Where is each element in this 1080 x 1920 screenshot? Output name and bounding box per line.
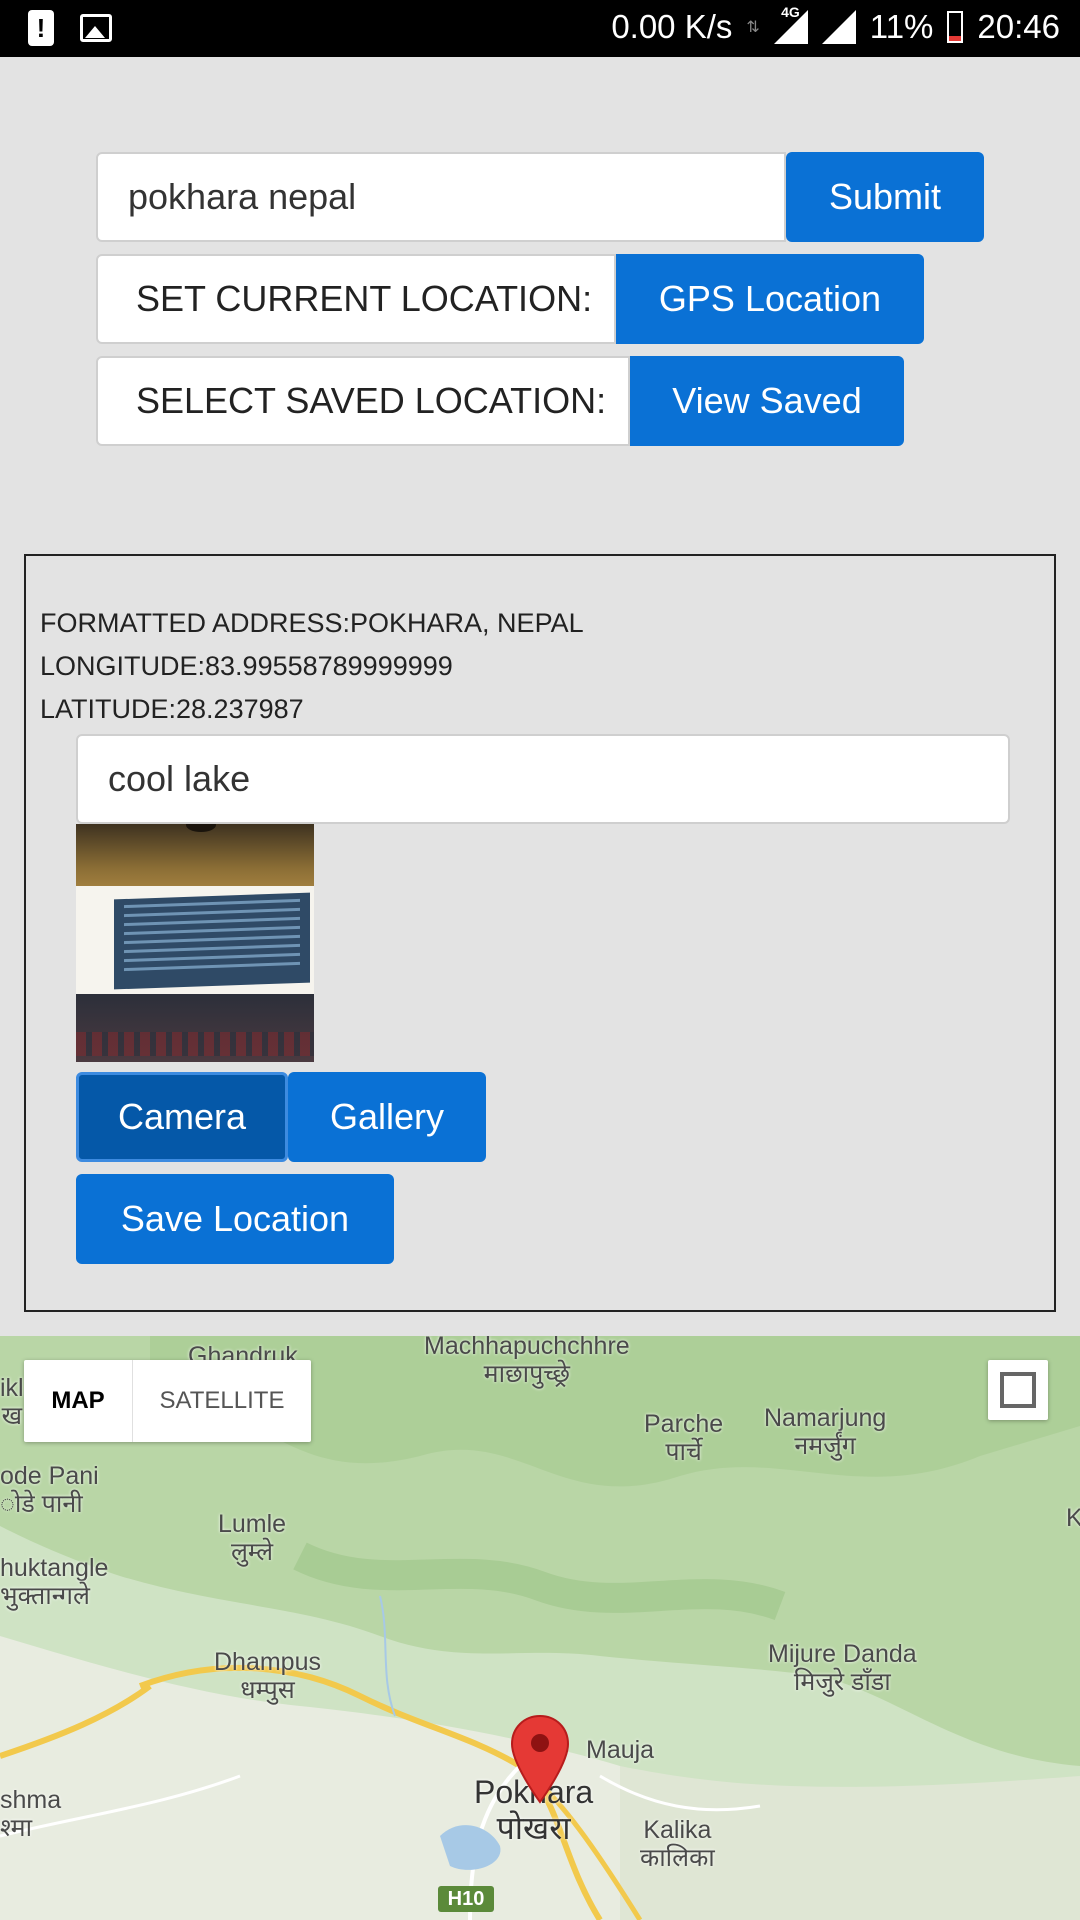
current-location-label: SET CURRENT LOCATION: bbox=[96, 254, 616, 344]
map-label-kalika: Kalika कालिका bbox=[640, 1816, 715, 1872]
submit-button[interactable]: Submit bbox=[786, 152, 984, 242]
alert-icon: ! bbox=[28, 10, 54, 46]
gps-location-button[interactable]: GPS Location bbox=[616, 254, 924, 344]
map-label-shma: shma श्मा bbox=[0, 1786, 62, 1842]
formatted-address: FORMATTED ADDRESS:POKHARA, NEPAL bbox=[40, 608, 584, 638]
battery-icon bbox=[947, 11, 964, 43]
fullscreen-icon[interactable] bbox=[988, 1360, 1048, 1420]
view-saved-button[interactable]: View Saved bbox=[630, 356, 904, 446]
battery-percent: 11% bbox=[869, 8, 934, 45]
signal-icon bbox=[821, 10, 856, 44]
map-label-dhampus: Dhampus धम्पुस bbox=[214, 1648, 321, 1704]
save-location-button[interactable]: Save Location bbox=[76, 1174, 394, 1264]
highway-shield: H10 bbox=[438, 1886, 494, 1912]
clock: 20:46 bbox=[977, 8, 1060, 45]
map-label-mijure-danda: Mijure Danda मिजुरे डाँडा bbox=[768, 1640, 917, 1696]
map-label-lumle: Lumle लुम्ले bbox=[218, 1510, 287, 1566]
map-label-huktangle: huktangle भुक्तान्गले bbox=[0, 1554, 109, 1610]
photo-thumbnail bbox=[76, 824, 314, 1062]
map-label-mauja: Mauja bbox=[586, 1736, 655, 1764]
gallery-button[interactable]: Gallery bbox=[288, 1072, 486, 1162]
map-type-map-button[interactable]: MAP bbox=[24, 1360, 133, 1442]
map-type-satellite-button[interactable]: SATELLITE bbox=[133, 1360, 311, 1442]
location-pin-icon[interactable] bbox=[510, 1714, 570, 1804]
map-view[interactable]: Ghandruk Machhapuchchhre माछापुच्छ्रे Par… bbox=[0, 1336, 1080, 1920]
longitude-text: LONGITUDE:83.99558789999999 bbox=[40, 651, 453, 681]
map-label-ikl: ikl ख bbox=[0, 1374, 24, 1430]
search-row: pokhara nepal Submit bbox=[96, 152, 984, 242]
saved-location-label: SELECT SAVED LOCATION: bbox=[96, 356, 630, 446]
net-speed: 0.00 K/s bbox=[611, 8, 733, 45]
search-input[interactable]: pokhara nepal bbox=[96, 152, 786, 242]
current-location-row: SET CURRENT LOCATION: GPS Location bbox=[96, 254, 924, 344]
data-arrows-icon: ⇅ bbox=[746, 19, 760, 36]
latitude-text: LATITUDE:28.237987 bbox=[40, 694, 304, 724]
saved-location-row: SELECT SAVED LOCATION: View Saved bbox=[96, 356, 904, 446]
map-label-parche: Parche पार्चे bbox=[644, 1410, 724, 1466]
map-label-machhapuchchhre: Machhapuchchhre माछापुच्छ्रे bbox=[424, 1336, 630, 1388]
map-label-edge-k: K bbox=[1066, 1504, 1080, 1532]
signal-4g-icon: 4G bbox=[773, 4, 808, 44]
image-icon bbox=[80, 14, 112, 42]
camera-button[interactable]: Camera bbox=[76, 1072, 288, 1162]
map-label-ode-pani: ode Paniोडे पानी bbox=[0, 1462, 99, 1518]
map-type-control: MAP SATELLITE bbox=[24, 1360, 311, 1442]
location-details-panel: FORMATTED ADDRESS:POKHARA, NEPAL LONGITU… bbox=[24, 554, 1056, 1312]
status-bar: ! 0.00 K/s ⇅ 4G 11% 20:46 bbox=[0, 0, 1080, 57]
note-input[interactable]: cool lake bbox=[76, 734, 1010, 824]
map-label-namarjung: Namarjung नमर्जुंग bbox=[764, 1404, 887, 1460]
